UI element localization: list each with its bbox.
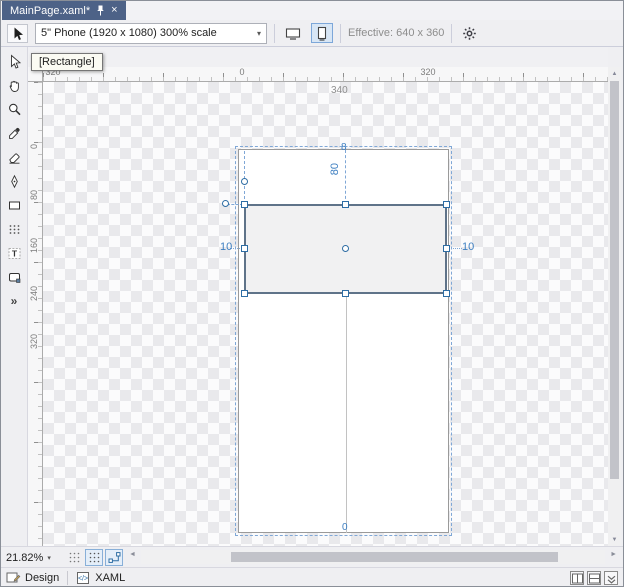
design-view-label: Design <box>25 572 60 584</box>
margin-guide-top-center <box>345 150 346 204</box>
selection-handle-bottom-mid[interactable] <box>342 290 349 297</box>
top-anchor-icon[interactable]: 8 <box>341 143 347 153</box>
anchor-handle[interactable] <box>241 178 248 185</box>
selection-handle-mid-left[interactable] <box>241 245 248 252</box>
pane-layout-buttons <box>570 571 618 585</box>
bottom-anchor-icon[interactable]: 0 <box>342 523 348 533</box>
toolbar-separator <box>451 23 453 43</box>
top-offset-label: 80 <box>329 163 341 176</box>
vertical-ruler: 0 80 160 240 320 <box>28 82 43 546</box>
eraser-tool[interactable] <box>4 147 24 167</box>
chevron-down-icon: ▾ <box>47 554 51 562</box>
selection-handle-top-mid[interactable] <box>342 201 349 208</box>
canvas-top-strip <box>28 47 608 67</box>
shape-tool[interactable] <box>4 267 24 287</box>
snap-to-grid-button[interactable] <box>85 549 103 566</box>
left-margin-label: 10 <box>220 241 233 253</box>
selection-handle-top-left[interactable] <box>241 201 248 208</box>
horizontal-ruler: 320 0 320 <box>43 67 608 82</box>
selection-tool[interactable] <box>4 51 24 71</box>
snaplines-icon <box>108 552 121 563</box>
horizontal-split-button[interactable] <box>587 571 601 585</box>
designer-toolbar: 5" Phone (1920 x 1080) 300% scale ▾ Effe… <box>1 20 623 47</box>
ruler-label: 80 <box>29 190 39 201</box>
tab-xaml-view[interactable]: </> XAML <box>76 571 125 585</box>
more-tools-chevron-icon[interactable]: » <box>4 291 24 311</box>
collapse-pane-button[interactable] <box>604 571 618 585</box>
landscape-orientation-button[interactable] <box>282 23 304 43</box>
toolbar-separator <box>340 23 341 43</box>
horizontal-scrollbar[interactable] <box>141 550 605 564</box>
show-snap-grid-button[interactable] <box>65 549 83 566</box>
vertical-scrollbar[interactable]: ▲ ▼ <box>608 67 621 546</box>
tab-design-view[interactable]: Design <box>6 571 59 585</box>
ruler-label: 240 <box>29 286 39 302</box>
snap-grid-icon <box>89 552 99 563</box>
rectangle-tool[interactable] <box>4 195 24 215</box>
grid-dots-icon <box>69 552 79 563</box>
gear-icon[interactable] <box>459 23 479 43</box>
xaml-view-label: XAML <box>95 572 126 584</box>
ruler-width-annotation: 340 <box>331 85 348 96</box>
anchor-handle[interactable] <box>222 200 229 207</box>
device-selector[interactable]: 5" Phone (1920 x 1080) 300% scale ▾ <box>35 22 267 44</box>
ruler-label: 320 <box>29 334 39 350</box>
xaml-designer-window: MainPage.xaml* × 5" Phone (1920 x 1080) … <box>0 0 624 587</box>
vertical-scroll-thumb[interactable] <box>610 81 619 479</box>
vertical-split-icon <box>571 573 583 583</box>
chevron-down-icon: ▾ <box>256 28 261 38</box>
svg-text:T: T <box>11 248 17 258</box>
ink-tool[interactable] <box>4 171 24 191</box>
right-margin-label: 10 <box>462 241 475 253</box>
scroll-left-icon[interactable]: ◄ <box>129 551 136 558</box>
scroll-up-icon[interactable]: ▲ <box>608 67 621 80</box>
selection-handle-top-right[interactable] <box>443 201 450 208</box>
center-guide-line <box>346 294 347 533</box>
horizontal-split-icon <box>588 573 600 583</box>
effective-resolution-label: Effective: 640 x 360 <box>348 27 445 39</box>
scroll-down-icon[interactable]: ▼ <box>608 533 621 546</box>
design-view-icon <box>6 572 21 583</box>
selection-handle-bottom-left[interactable] <box>241 290 248 297</box>
selection-handle-mid-right[interactable] <box>443 245 450 252</box>
zoom-tool[interactable] <box>4 99 24 119</box>
toolbar-separator <box>274 23 275 43</box>
view-switcher-bar: Design </> XAML <box>1 567 623 586</box>
portrait-orientation-button[interactable] <box>311 23 333 43</box>
status-separator <box>67 571 69 585</box>
ruler-label: 0 <box>239 67 245 77</box>
ruler-label: 0 <box>29 144 39 150</box>
text-tool[interactable]: T <box>4 243 24 263</box>
pin-icon[interactable] <box>96 5 105 16</box>
tab-mainpage-xaml[interactable]: MainPage.xaml* × <box>2 1 126 20</box>
tab-title: MainPage.xaml* <box>10 4 91 17</box>
center-node-handle[interactable] <box>342 245 349 252</box>
document-tabstrip: MainPage.xaml* × <box>1 1 623 20</box>
horizontal-scroll-thumb[interactable] <box>231 552 558 562</box>
ruler-label: 160 <box>29 238 39 254</box>
zoom-level-value: 21.82% <box>6 551 44 564</box>
tooltip-text: [Rectangle] <box>39 56 95 68</box>
zoom-bar: 21.82% ▾ ◄ ► <box>1 546 623 567</box>
pan-tool[interactable] <box>4 75 24 95</box>
ruler-label: 320 <box>420 67 436 77</box>
eyedropper-tool[interactable] <box>4 123 24 143</box>
tools-palette: T » <box>1 47 28 546</box>
zoom-level-select[interactable]: 21.82% ▾ <box>6 550 51 565</box>
pointer-tool-button[interactable] <box>7 23 28 43</box>
pointer-icon <box>14 27 23 40</box>
svg-text:</>: </> <box>78 576 88 583</box>
scroll-right-icon[interactable]: ► <box>610 551 617 558</box>
grid-tool[interactable] <box>4 219 24 239</box>
monitor-portrait-icon <box>317 26 327 41</box>
snap-to-snaplines-button[interactable] <box>105 549 123 566</box>
xaml-view-icon: </> <box>77 572 90 584</box>
vertical-split-button[interactable] <box>570 571 584 585</box>
collapse-pane-icon <box>607 575 615 584</box>
close-icon[interactable]: × <box>111 5 117 16</box>
tool-tooltip: [Rectangle] <box>31 53 103 71</box>
selection-handle-bottom-right[interactable] <box>443 290 450 297</box>
device-selector-value: 5" Phone (1920 x 1080) 300% scale <box>41 27 217 39</box>
monitor-landscape-icon <box>285 27 301 40</box>
